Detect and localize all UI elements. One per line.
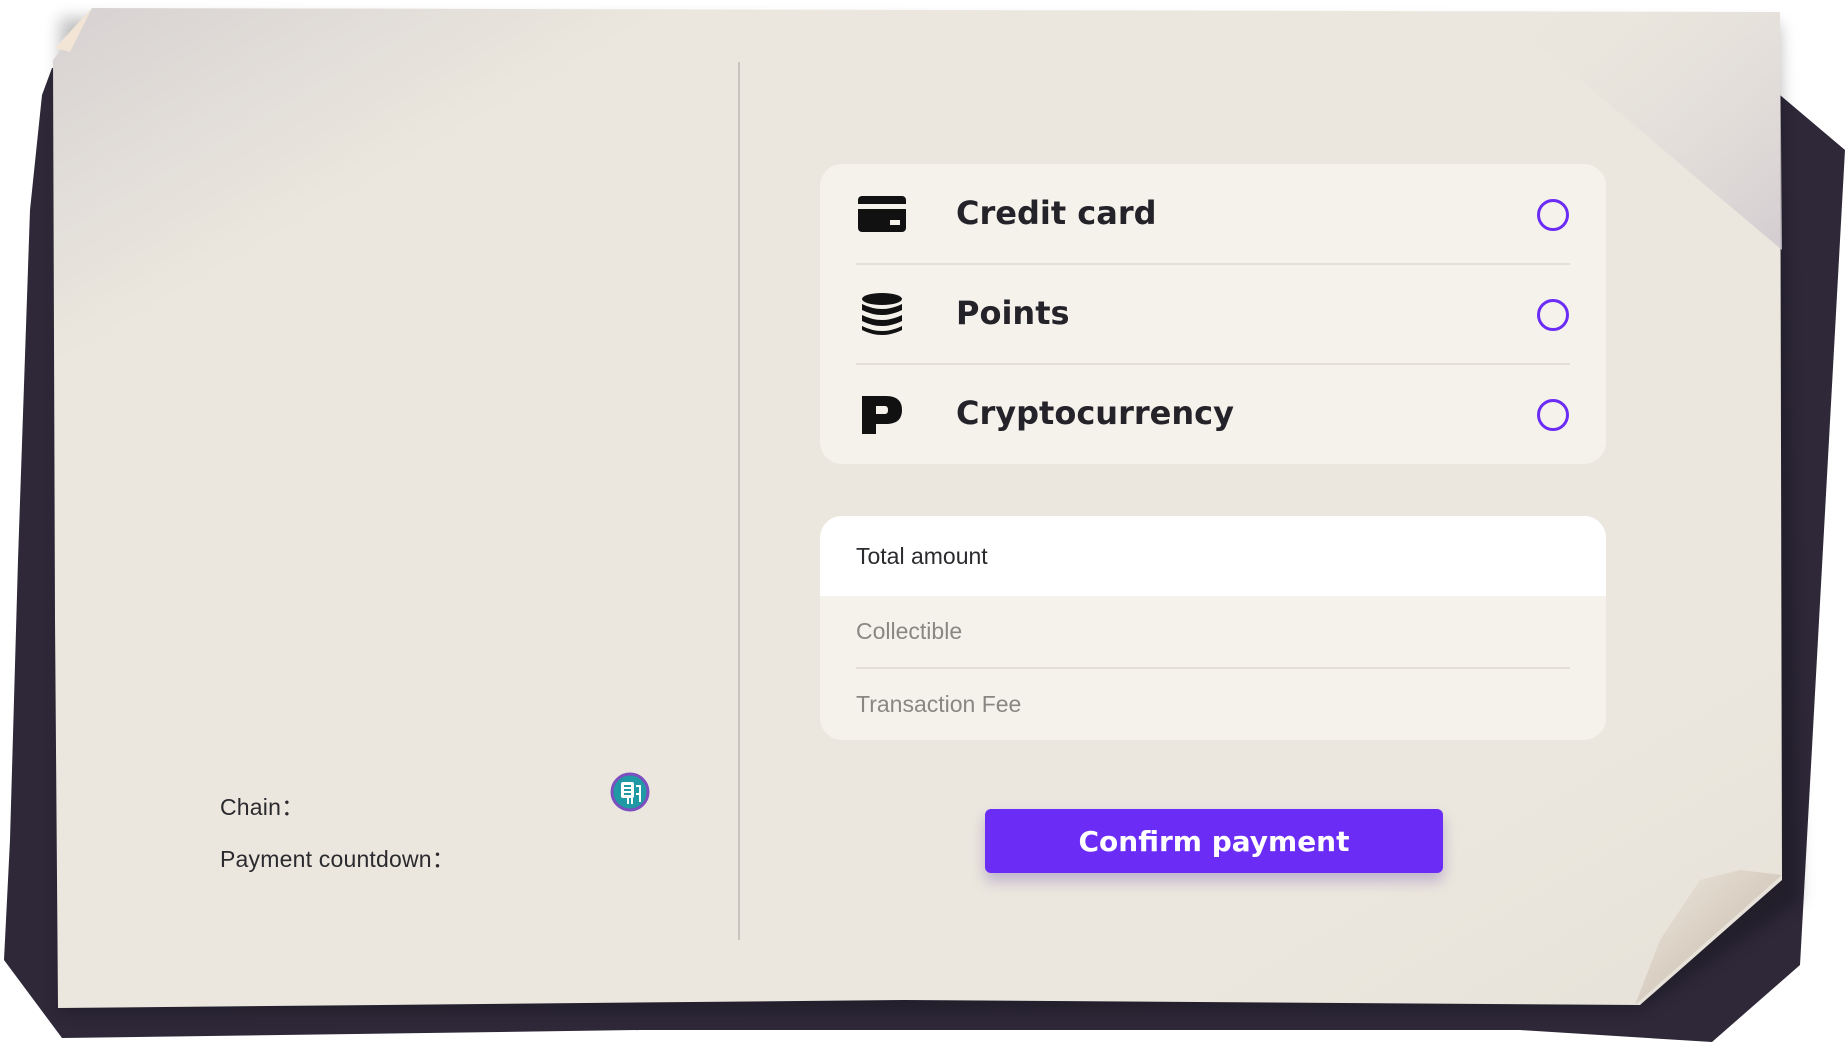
- order-summary: Total amount Collectible Transaction Fee: [820, 516, 1606, 740]
- credit-card-icon: [858, 196, 906, 232]
- chain-label: Chain：: [220, 794, 305, 820]
- payment-countdown-label: Payment countdown：: [220, 846, 456, 872]
- coin-stack-icon: [862, 293, 902, 335]
- p-letter-icon: [862, 396, 902, 434]
- vertical-divider: [738, 62, 740, 940]
- points-radio[interactable]: [1537, 299, 1569, 331]
- credit-card-label: Credit card: [956, 194, 1157, 232]
- credit-card-radio[interactable]: [1537, 199, 1569, 231]
- cryptocurrency-radio[interactable]: [1537, 399, 1569, 431]
- cryptocurrency-label: Cryptocurrency: [956, 394, 1234, 432]
- payment-method-points[interactable]: Points: [856, 264, 1570, 364]
- payment-method-credit-card[interactable]: Credit card: [856, 164, 1570, 264]
- total-amount-label: Total amount: [856, 543, 988, 569]
- confirm-payment-button[interactable]: Confirm payment: [985, 809, 1443, 873]
- chain-network-icon: [610, 772, 650, 812]
- transaction-fee-label: Transaction Fee: [856, 691, 1022, 717]
- payment-method-list: Credit card Points Cryptocurrency: [820, 164, 1606, 464]
- divider: [856, 667, 1570, 669]
- order-info: Chain： Payment countdown：: [220, 772, 660, 872]
- payment-method-cryptocurrency[interactable]: Cryptocurrency: [856, 364, 1570, 464]
- collectible-label: Collectible: [856, 618, 963, 644]
- payment-content: Chain： Payment countdown： Credit card Po…: [0, 0, 1848, 1062]
- points-label: Points: [956, 294, 1070, 332]
- summary-header: Total amount: [820, 516, 1606, 596]
